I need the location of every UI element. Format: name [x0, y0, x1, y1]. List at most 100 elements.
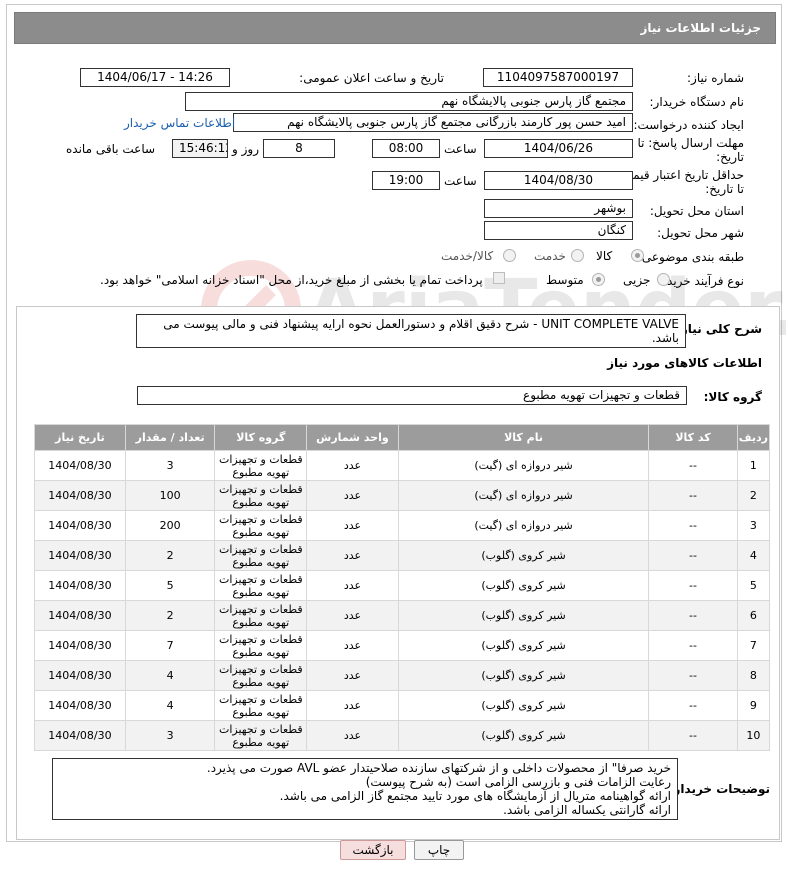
category-goods-label: کالا	[596, 249, 613, 263]
creator-field[interactable]: امید حسن پور کارمند بازرگانی مجتمع گاز پ…	[233, 113, 633, 132]
col-quantity: تعداد / مقدار	[124, 424, 216, 451]
price-validity-time-label: ساعت	[444, 174, 477, 188]
cell-unit: عدد	[306, 720, 399, 751]
table-row[interactable]: 2 -- شیر دروازه ای (گیت) عدد قطعات و تجهیزات…	[34, 480, 771, 511]
back-button[interactable]: بازگشت	[340, 840, 406, 860]
process-minor-label: جزیی	[623, 273, 651, 287]
cell-unit: عدد	[306, 630, 399, 661]
goods-group-label: گروه کالا:	[703, 390, 762, 404]
cell-unit: عدد	[306, 690, 399, 721]
buyer-org-field[interactable]: مجتمع گاز پارس جنوبی پالایشگاه نهم	[185, 92, 633, 111]
cell-name: شیر دروازه ای (گیت)	[397, 510, 650, 541]
category-label: طبقه بندی موضوعی:	[637, 250, 744, 264]
cell-quantity: 2	[124, 600, 216, 631]
deadline-date-field[interactable]: 1404/06/26	[484, 139, 633, 158]
category-radio-goods-service[interactable]	[503, 249, 516, 262]
cell-group: قطعات و تجهیزات تهویه مطبوع	[214, 600, 308, 631]
announce-label: تاریخ و ساعت اعلان عمومی:	[299, 71, 444, 85]
cell-date: 1404/08/30	[34, 660, 126, 691]
remaining-time-field[interactable]: 15:46:12	[172, 139, 228, 158]
city-label: شهر محل تحویل:	[657, 226, 744, 240]
remaining-time-label: ساعت باقی مانده	[66, 142, 156, 156]
page-title: جزئیات اطلاعات نیاز	[640, 21, 761, 35]
table-row[interactable]: 8 -- شیر کروی (گلوب) عدد قطعات و تجهیزات تهو…	[34, 660, 771, 691]
description-text: UNIT COMPLETE VALVE - شرح دقیق اقلام و د…	[163, 317, 679, 345]
city-field[interactable]: کنگان	[484, 221, 633, 240]
cell-quantity: 7	[124, 630, 216, 661]
cell-quantity: 4	[124, 660, 216, 691]
cell-name: شیر کروی (گلوب)	[397, 660, 650, 691]
cell-name: شیر کروی (گلوب)	[397, 630, 650, 661]
cell-group: قطعات و تجهیزات تهویه مطبوع	[214, 480, 308, 511]
buyer-contact-link[interactable]: اطلاعات تماس خریدار	[124, 116, 235, 130]
col-row: ردیف	[736, 424, 771, 451]
table-row[interactable]: 3 -- شیر دروازه ای (گیت) عدد قطعات و تجهیزات…	[34, 510, 771, 541]
description-field[interactable]: UNIT COMPLETE VALVE - شرح دقیق اقلام و د…	[136, 314, 686, 348]
cell-name: شیر دروازه ای (گیت)	[397, 450, 650, 481]
need-number-field[interactable]: 1104097587000197	[483, 68, 633, 87]
cell-date: 1404/08/30	[34, 540, 126, 571]
category-radio-goods[interactable]	[631, 249, 644, 262]
col-group: گروه کالا	[214, 424, 308, 451]
cell-name: شیر کروی (گلوب)	[397, 690, 650, 721]
cell-name: شیر کروی (گلوب)	[397, 570, 650, 601]
process-label: نوع فرآیند خرید :	[659, 274, 744, 288]
table-row[interactable]: 7 -- شیر کروی (گلوب) عدد قطعات و تجهیزات تهو…	[34, 630, 771, 661]
table-row[interactable]: 9 -- شیر کروی (گلوب) عدد قطعات و تجهیزات تهو…	[34, 690, 771, 721]
cell-code: --	[648, 720, 738, 751]
deadline-label-line2: تاریخ:	[716, 150, 744, 164]
need-number-label: شماره نیاز:	[687, 71, 744, 85]
cell-row: 9	[736, 690, 771, 721]
cell-group: قطعات و تجهیزات تهویه مطبوع	[214, 510, 308, 541]
cell-date: 1404/08/30	[34, 510, 126, 541]
cell-quantity: 3	[124, 720, 216, 751]
cell-group: قطعات و تجهیزات تهویه مطبوع	[214, 630, 308, 661]
cell-code: --	[648, 660, 738, 691]
cell-unit: عدد	[306, 660, 399, 691]
cell-group: قطعات و تجهیزات تهویه مطبوع	[214, 570, 308, 601]
cell-code: --	[648, 600, 738, 631]
cell-row: 1	[736, 450, 771, 481]
cell-row: 3	[736, 510, 771, 541]
cell-quantity: 200	[124, 510, 216, 541]
print-button[interactable]: چاپ	[414, 840, 464, 860]
process-radio-minor[interactable]	[657, 273, 670, 286]
price-validity-time-field[interactable]: 19:00	[372, 171, 440, 190]
province-field[interactable]: بوشهر	[484, 199, 633, 218]
buyer-note-line: ارائه گارانتی یکساله الزامی باشد.	[503, 803, 671, 817]
creator-label: ایجاد کننده درخواست:	[633, 118, 744, 132]
table-row[interactable]: 6 -- شیر کروی (گلوب) عدد قطعات و تجهیزات تهو…	[34, 600, 771, 631]
buyer-org-label: نام دستگاه خریدار:	[649, 95, 745, 109]
cell-row: 2	[736, 480, 771, 511]
cell-date: 1404/08/30	[34, 600, 126, 631]
cell-unit: عدد	[306, 570, 399, 601]
buyer-notes-field[interactable]: خرید صرفا" از محصولات داخلی و از شرکتهای…	[52, 758, 678, 820]
table-row[interactable]: 1 -- شیر دروازه ای (گیت) عدد قطعات و تجهیزات…	[34, 450, 771, 481]
goods-group-field[interactable]: قطعات و تجهیزات تهویه مطبوع	[137, 386, 687, 405]
header-bar: جزئیات اطلاعات نیاز	[14, 12, 776, 44]
price-validity-date-field[interactable]: 1404/08/30	[484, 171, 633, 190]
cell-row: 7	[736, 630, 771, 661]
province-label: استان محل تحویل:	[649, 204, 744, 218]
cell-code: --	[648, 450, 738, 481]
category-radio-service[interactable]	[571, 249, 584, 262]
cell-code: --	[648, 480, 738, 511]
col-code: کد کالا	[648, 424, 738, 451]
category-goods-service-label: کالا/خدمت	[441, 249, 494, 263]
treasury-payment-checkbox[interactable]	[493, 272, 505, 284]
process-radio-medium[interactable]	[592, 273, 605, 286]
announce-datetime-field[interactable]: 1404/06/17 - 14:26	[80, 68, 230, 87]
deadline-time-field[interactable]: 08:00	[372, 139, 440, 158]
cell-group: قطعات و تجهیزات تهویه مطبوع	[214, 720, 308, 751]
days-remaining-field[interactable]: 8	[263, 139, 335, 158]
col-name: نام کالا	[397, 424, 650, 451]
cell-date: 1404/08/30	[34, 720, 126, 751]
cell-unit: عدد	[306, 540, 399, 571]
cell-group: قطعات و تجهیزات تهویه مطبوع	[214, 450, 308, 481]
cell-row: 4	[736, 540, 771, 571]
table-row[interactable]: 4 -- شیر کروی (گلوب) عدد قطعات و تجهیزات تهو…	[34, 540, 771, 571]
cell-quantity: 3	[124, 450, 216, 481]
table-row[interactable]: 10 -- شیر کروی (گلوب) عدد قطعات و تجهیزات ته…	[34, 720, 771, 751]
cell-date: 1404/08/30	[34, 450, 126, 481]
table-row[interactable]: 5 -- شیر کروی (گلوب) عدد قطعات و تجهیزات تهو…	[34, 570, 771, 601]
